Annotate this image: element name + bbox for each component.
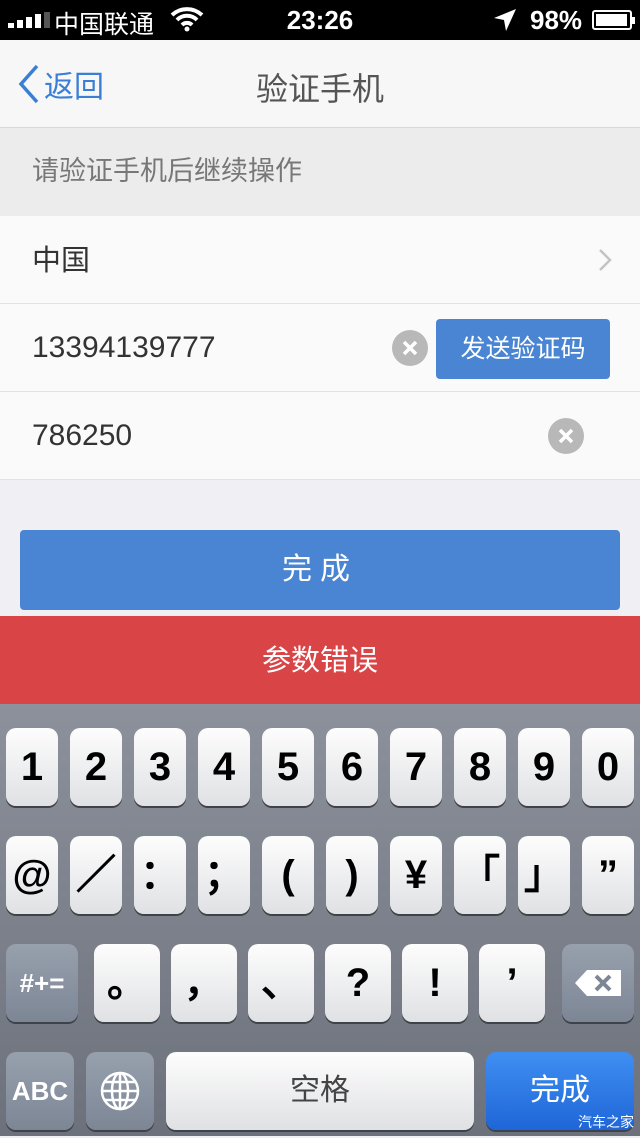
key[interactable]: 、 — [248, 944, 314, 1022]
clear-phone-button[interactable] — [392, 330, 428, 366]
key[interactable]: @ — [6, 836, 58, 914]
globe-icon — [100, 1071, 140, 1111]
delete-key[interactable] — [562, 944, 634, 1022]
backspace-icon — [575, 970, 621, 996]
key[interactable]: ¥ — [390, 836, 442, 914]
key[interactable]: 4 — [198, 728, 250, 806]
key[interactable]: ” — [582, 836, 634, 914]
key[interactable]: 5 — [262, 728, 314, 806]
keyboard: #+= ABC 空格 完成 汽车之家 1 2 3 4 5 6 7 8 9 0 @ ／：；() ¥ 「」”。… — [0, 704, 640, 1136]
key[interactable]: ； — [198, 836, 250, 914]
key[interactable]: ／ — [70, 836, 122, 914]
close-icon — [402, 340, 418, 356]
done-button[interactable]: 完成 — [20, 530, 620, 610]
status-bar: 中国联通 23:26 98% — [0, 0, 640, 40]
key[interactable]: 。 — [94, 944, 160, 1022]
clear-code-button[interactable] — [548, 418, 584, 454]
code-row: 786250 — [0, 392, 640, 480]
battery-icon — [592, 10, 635, 30]
key[interactable]: 6 — [326, 728, 378, 806]
key[interactable]: 1 — [6, 728, 58, 806]
key[interactable]: 0 — [582, 728, 634, 806]
key-globe[interactable] — [86, 1052, 154, 1130]
key[interactable]: ) — [326, 836, 378, 914]
key[interactable]: ? — [325, 944, 391, 1022]
page-title: 验证手机 — [255, 70, 384, 108]
phone-input[interactable]: 13394139777 — [32, 304, 216, 392]
key[interactable]: 2 — [70, 728, 122, 806]
key[interactable]: 8 — [454, 728, 506, 806]
location-icon — [492, 7, 518, 40]
key[interactable]: ， — [171, 944, 237, 1022]
close-icon — [558, 428, 574, 444]
hint-text: 请验证手机后继续操作 — [0, 128, 640, 216]
code-input[interactable]: 786250 — [32, 392, 132, 480]
send-code-button[interactable]: 发送验证码 — [436, 319, 610, 379]
watermark: 汽车之家 — [578, 1115, 634, 1131]
key[interactable]: ： — [134, 836, 186, 914]
key[interactable]: 」 — [518, 836, 570, 914]
country-value: 中国 — [32, 243, 91, 277]
chevron-right-icon — [599, 249, 612, 271]
key-abc[interactable]: ABC — [6, 1052, 74, 1130]
key[interactable]: 「 — [454, 836, 506, 914]
nav-bar: 返回 验证手机 — [0, 40, 640, 128]
space-key[interactable]: 空格 — [166, 1052, 474, 1130]
phone-row: 13394139777 发送验证码 — [0, 304, 640, 392]
error-banner: 参数错误 — [0, 616, 640, 704]
key[interactable]: 9 — [518, 728, 570, 806]
country-row[interactable]: 中国 — [0, 216, 640, 304]
key-symbols-mode[interactable]: #+= — [6, 944, 78, 1022]
key[interactable]: 7 — [390, 728, 442, 806]
key[interactable]: ! — [402, 944, 468, 1022]
battery-percent: 98% — [530, 5, 583, 35]
key[interactable]: 3 — [134, 728, 186, 806]
key[interactable]: ( — [262, 836, 314, 914]
key[interactable]: ’ — [479, 944, 545, 1022]
